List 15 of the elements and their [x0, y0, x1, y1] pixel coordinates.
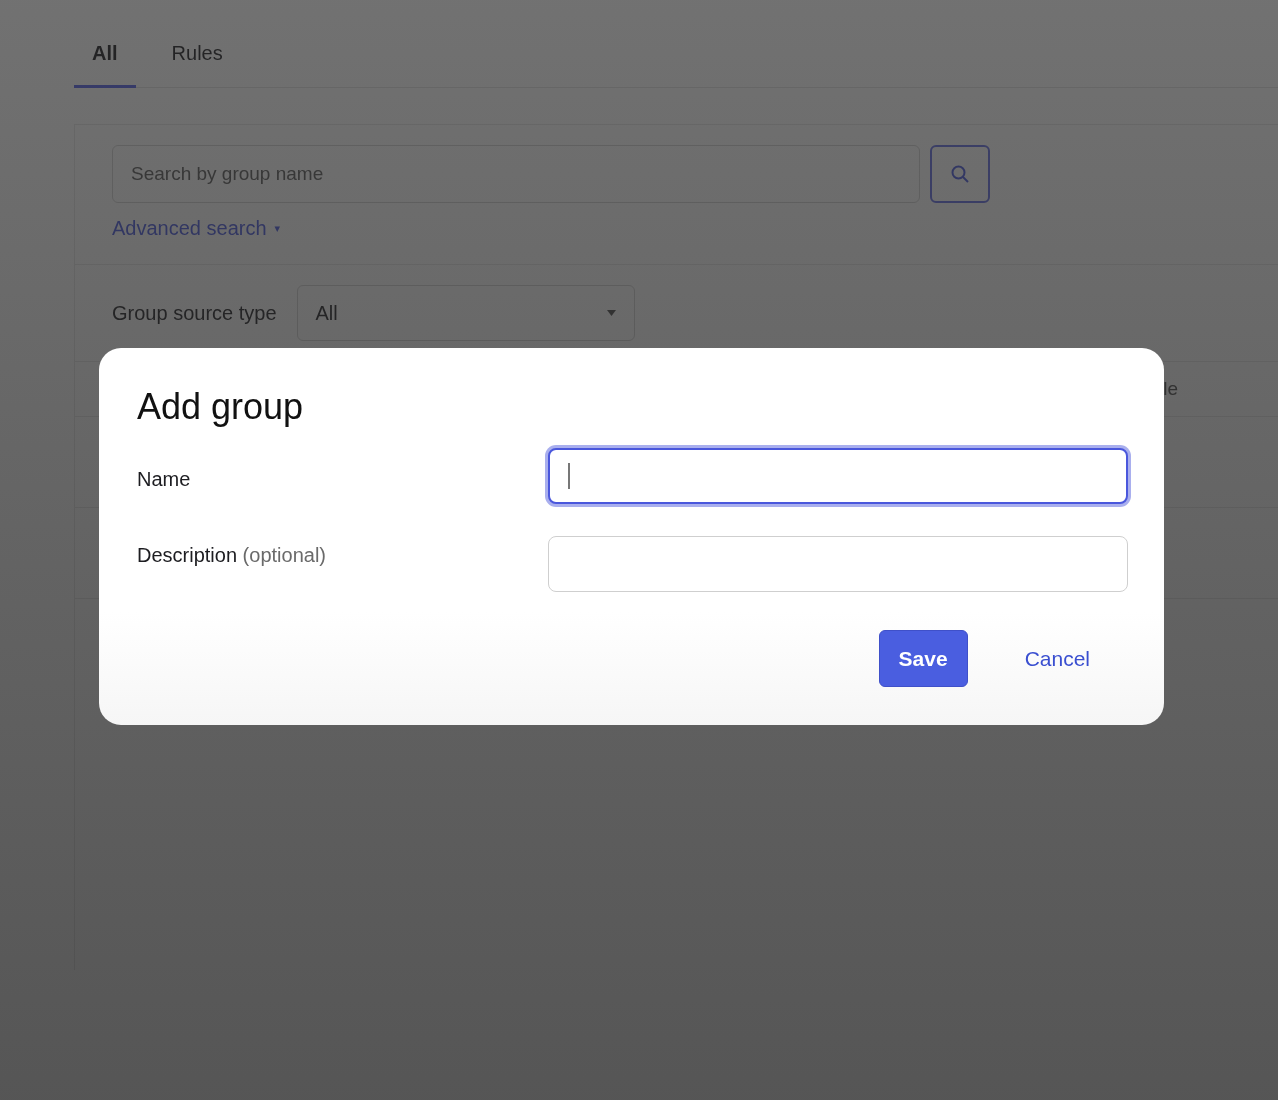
- text-cursor-icon: [568, 463, 570, 489]
- cancel-button[interactable]: Cancel: [1005, 630, 1109, 687]
- caret-icon: [606, 310, 616, 316]
- save-button[interactable]: Save: [878, 630, 968, 687]
- tab[interactable]: All: [74, 34, 136, 88]
- search-button[interactable]: [930, 145, 990, 203]
- advanced-search-link[interactable]: Advanced search ▾: [112, 217, 281, 240]
- source-type-select[interactable]: All: [296, 285, 635, 341]
- input-field[interactable]: [548, 448, 1128, 504]
- filter-label: Group source type: [112, 301, 277, 325]
- field-label: Description (optional): [137, 543, 327, 567]
- search-icon: [950, 164, 970, 184]
- dialog-title: Add group: [137, 386, 305, 428]
- tab[interactable]: Rules: [153, 34, 241, 88]
- field-label: Name: [137, 467, 192, 491]
